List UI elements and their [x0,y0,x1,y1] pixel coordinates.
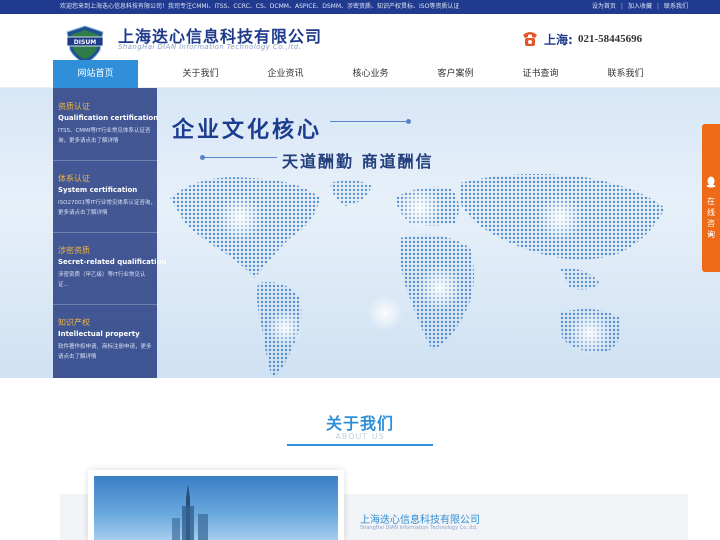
service-system[interactable]: 体系认证 System certification ISO27001等IT行业常… [58,174,156,218]
company-name-en: ShangHai DIAN Information Technology Co.… [360,525,478,531]
about-section-subtitle: ABOUT US [335,432,385,441]
about-section-title: 关于我们 [325,414,394,433]
service-title-en: Secret-related qualification [58,258,167,266]
service-qualification[interactable]: 资质认证 Qualification certification ITSS、CM… [58,102,159,146]
phone-number: 021-58445696 [578,33,643,45]
top-bar: 欢迎您来到上海迭心信息科技有限公司！我司专注CMMI、ITSS、CCRC、CS、… [0,0,720,14]
section-underline [287,444,433,446]
service-title-cn: 涉密资质 [58,246,90,255]
add-favorite-link[interactable]: 加入收藏 [628,3,652,10]
banner-subtitle: 天道酬勤 商道酬信 [282,152,434,171]
nav-item-business[interactable]: 核心业务 [328,60,413,88]
decorative-line [205,157,277,158]
nav-item-news[interactable]: 企业资讯 [243,60,328,88]
service-description: 软件著作权申请、商标注册申请，更多请点击了解详情 [58,344,152,360]
nav-item-home[interactable]: 网站首页 [53,60,138,88]
skyline-graphic [172,484,208,540]
service-description: 涉密资质（甲乙级）等IT行业常见认证... [58,272,146,288]
logo-text: DISUM [74,39,96,46]
banner-title: 企业文化核心 [172,118,323,143]
nav-item-contact[interactable]: 联系我们 [583,60,668,88]
decorative-dot [406,119,411,124]
company-logo[interactable]: DISUM [64,24,106,64]
phone-icon [523,32,537,46]
service-description: ISO27001等IT行业常见体系认证咨询，更多请点击了解详情 [58,200,156,216]
site-header: DISUM 上海迭心信息科技有限公司 ShangHai DIAN Informa… [0,14,720,64]
top-links: 设为首页 | 加入收藏 | 联系我们 [592,0,688,14]
company-name-cn: 上海迭心信息科技有限公司 [360,515,480,526]
brand-name-en: ShangHai DIAN Information Technology Co.… [118,43,302,51]
service-title-en: System certification [58,186,138,194]
phone-label: 上海: [544,33,573,47]
link-separator: | [656,3,659,10]
service-title-en: Intellectual property [58,330,140,338]
link-separator: | [620,3,623,10]
service-ip[interactable]: 知识产权 Intellectual property 软件著作权申请、商标注册申… [58,318,156,362]
decorative-line [330,121,410,122]
panel-divider [53,160,157,161]
about-photo [94,476,338,540]
service-description: ITSS、CMMI等IT行业常见体系认证咨询，更多请点击了解详情 [58,128,151,144]
service-secret[interactable]: 涉密资质 Secret-related qualification 涉密资质（甲… [58,246,167,290]
panel-divider [53,304,157,305]
service-side-panel: 资质认证 Qualification certification ITSS、CM… [53,88,167,378]
nav-item-about[interactable]: 关于我们 [158,60,243,88]
contact-us-link[interactable]: 联系我们 [664,3,688,10]
chevron-double-left-icon: « [708,230,714,240]
main-nav: 网站首页 关于我们 企业资讯 核心业务 客户案例 证书查询 联系我们 [0,60,720,88]
service-title-en: Qualification certification [58,114,159,122]
set-homepage-link[interactable]: 设为首页 [592,3,616,10]
service-title-cn: 体系认证 [58,174,90,183]
about-image-frame[interactable] [88,470,344,540]
online-consult-tab[interactable]: 在线咨询 « [702,124,720,272]
panel-divider [53,232,157,233]
qq-icon [706,176,716,188]
service-title-cn: 资质认证 [58,102,90,111]
nav-item-certificates[interactable]: 证书查询 [498,60,583,88]
nav-item-cases[interactable]: 客户案例 [413,60,498,88]
service-title-cn: 知识产权 [58,318,90,327]
welcome-text: 欢迎您来到上海迭心信息科技有限公司！我司专注CMMI、ITSS、CCRC、CS、… [60,3,460,10]
